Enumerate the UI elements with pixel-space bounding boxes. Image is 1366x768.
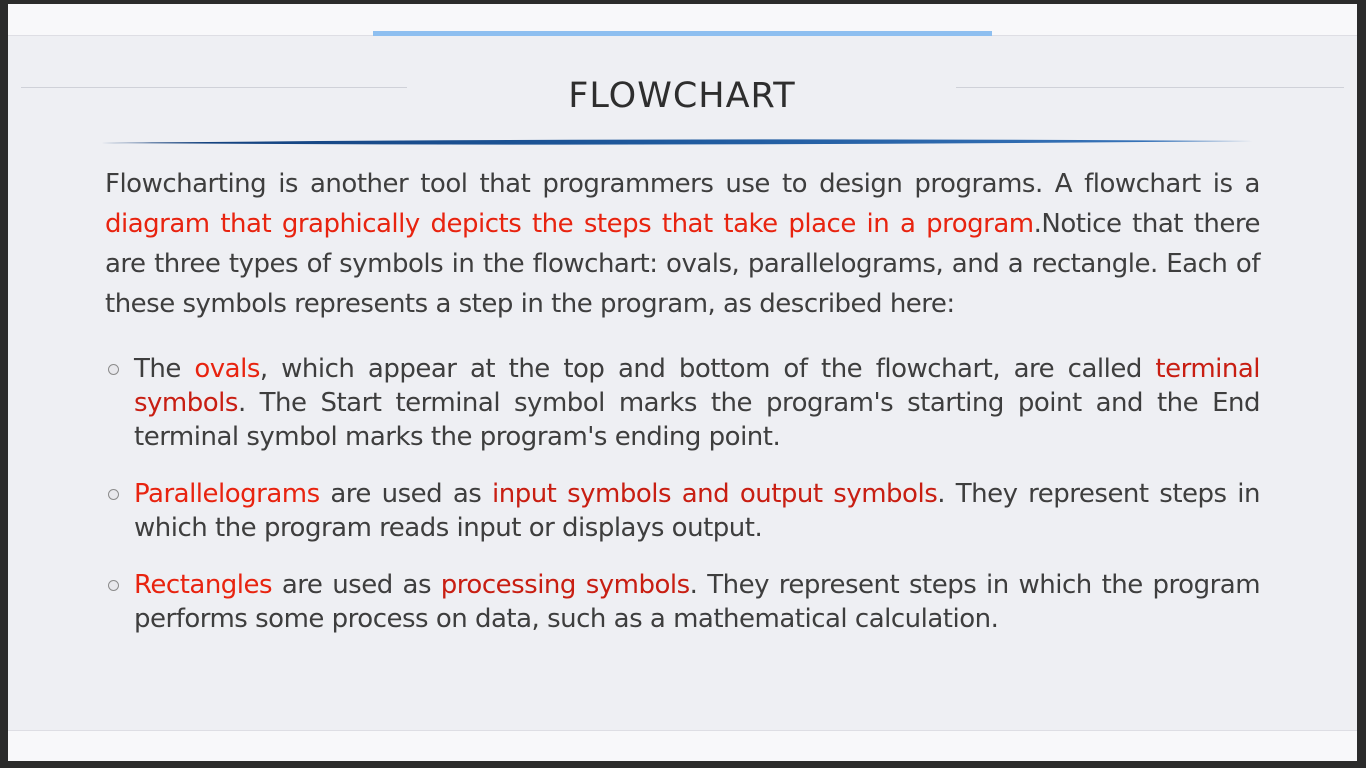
intro-text-1: Flowcharting is another tool that progra… (105, 169, 1261, 199)
slide-body: Flowcharting is another tool that progra… (105, 164, 1261, 659)
slide-bottom-bar (8, 730, 1357, 761)
hollow-circle-bullet-icon (108, 364, 119, 375)
title-rule-left (21, 87, 407, 88)
hollow-circle-bullet-icon (108, 489, 119, 500)
title-rule-right (956, 87, 1344, 88)
bullet-text: are used as (272, 570, 441, 600)
bullet-highlight: processing symbols (440, 570, 690, 600)
symbol-list: The ovals, which appear at the top and b… (105, 352, 1261, 636)
bullet-text: are used as (319, 479, 492, 509)
bullet-highlight: Rectangles (134, 570, 273, 600)
list-item-parallelograms: Parallelograms are used as input symbols… (105, 477, 1261, 545)
list-item-rectangles: Rectangles are used as processing symbol… (105, 568, 1261, 636)
presentation-window: FLOWCHART Flowcharting is another tool t… (8, 4, 1357, 761)
title-underline (101, 139, 1253, 145)
bullet-highlight: Parallelograms (134, 479, 320, 509)
bullet-text: , which appear at the top and bottom of … (259, 354, 1156, 384)
bullet-highlight: input symbols and output symbols (492, 479, 938, 509)
slide-title: FLOWCHART (568, 76, 796, 116)
hollow-circle-bullet-icon (108, 580, 119, 591)
bullet-text: . The Start terminal symbol marks the pr… (134, 388, 1261, 452)
bullet-highlight: ovals (194, 354, 260, 384)
intro-paragraph: Flowcharting is another tool that progra… (105, 164, 1261, 324)
intro-highlight: diagram that graphically depicts the ste… (105, 209, 1034, 239)
list-item-ovals: The ovals, which appear at the top and b… (105, 352, 1261, 454)
bullet-text: The (134, 354, 195, 384)
